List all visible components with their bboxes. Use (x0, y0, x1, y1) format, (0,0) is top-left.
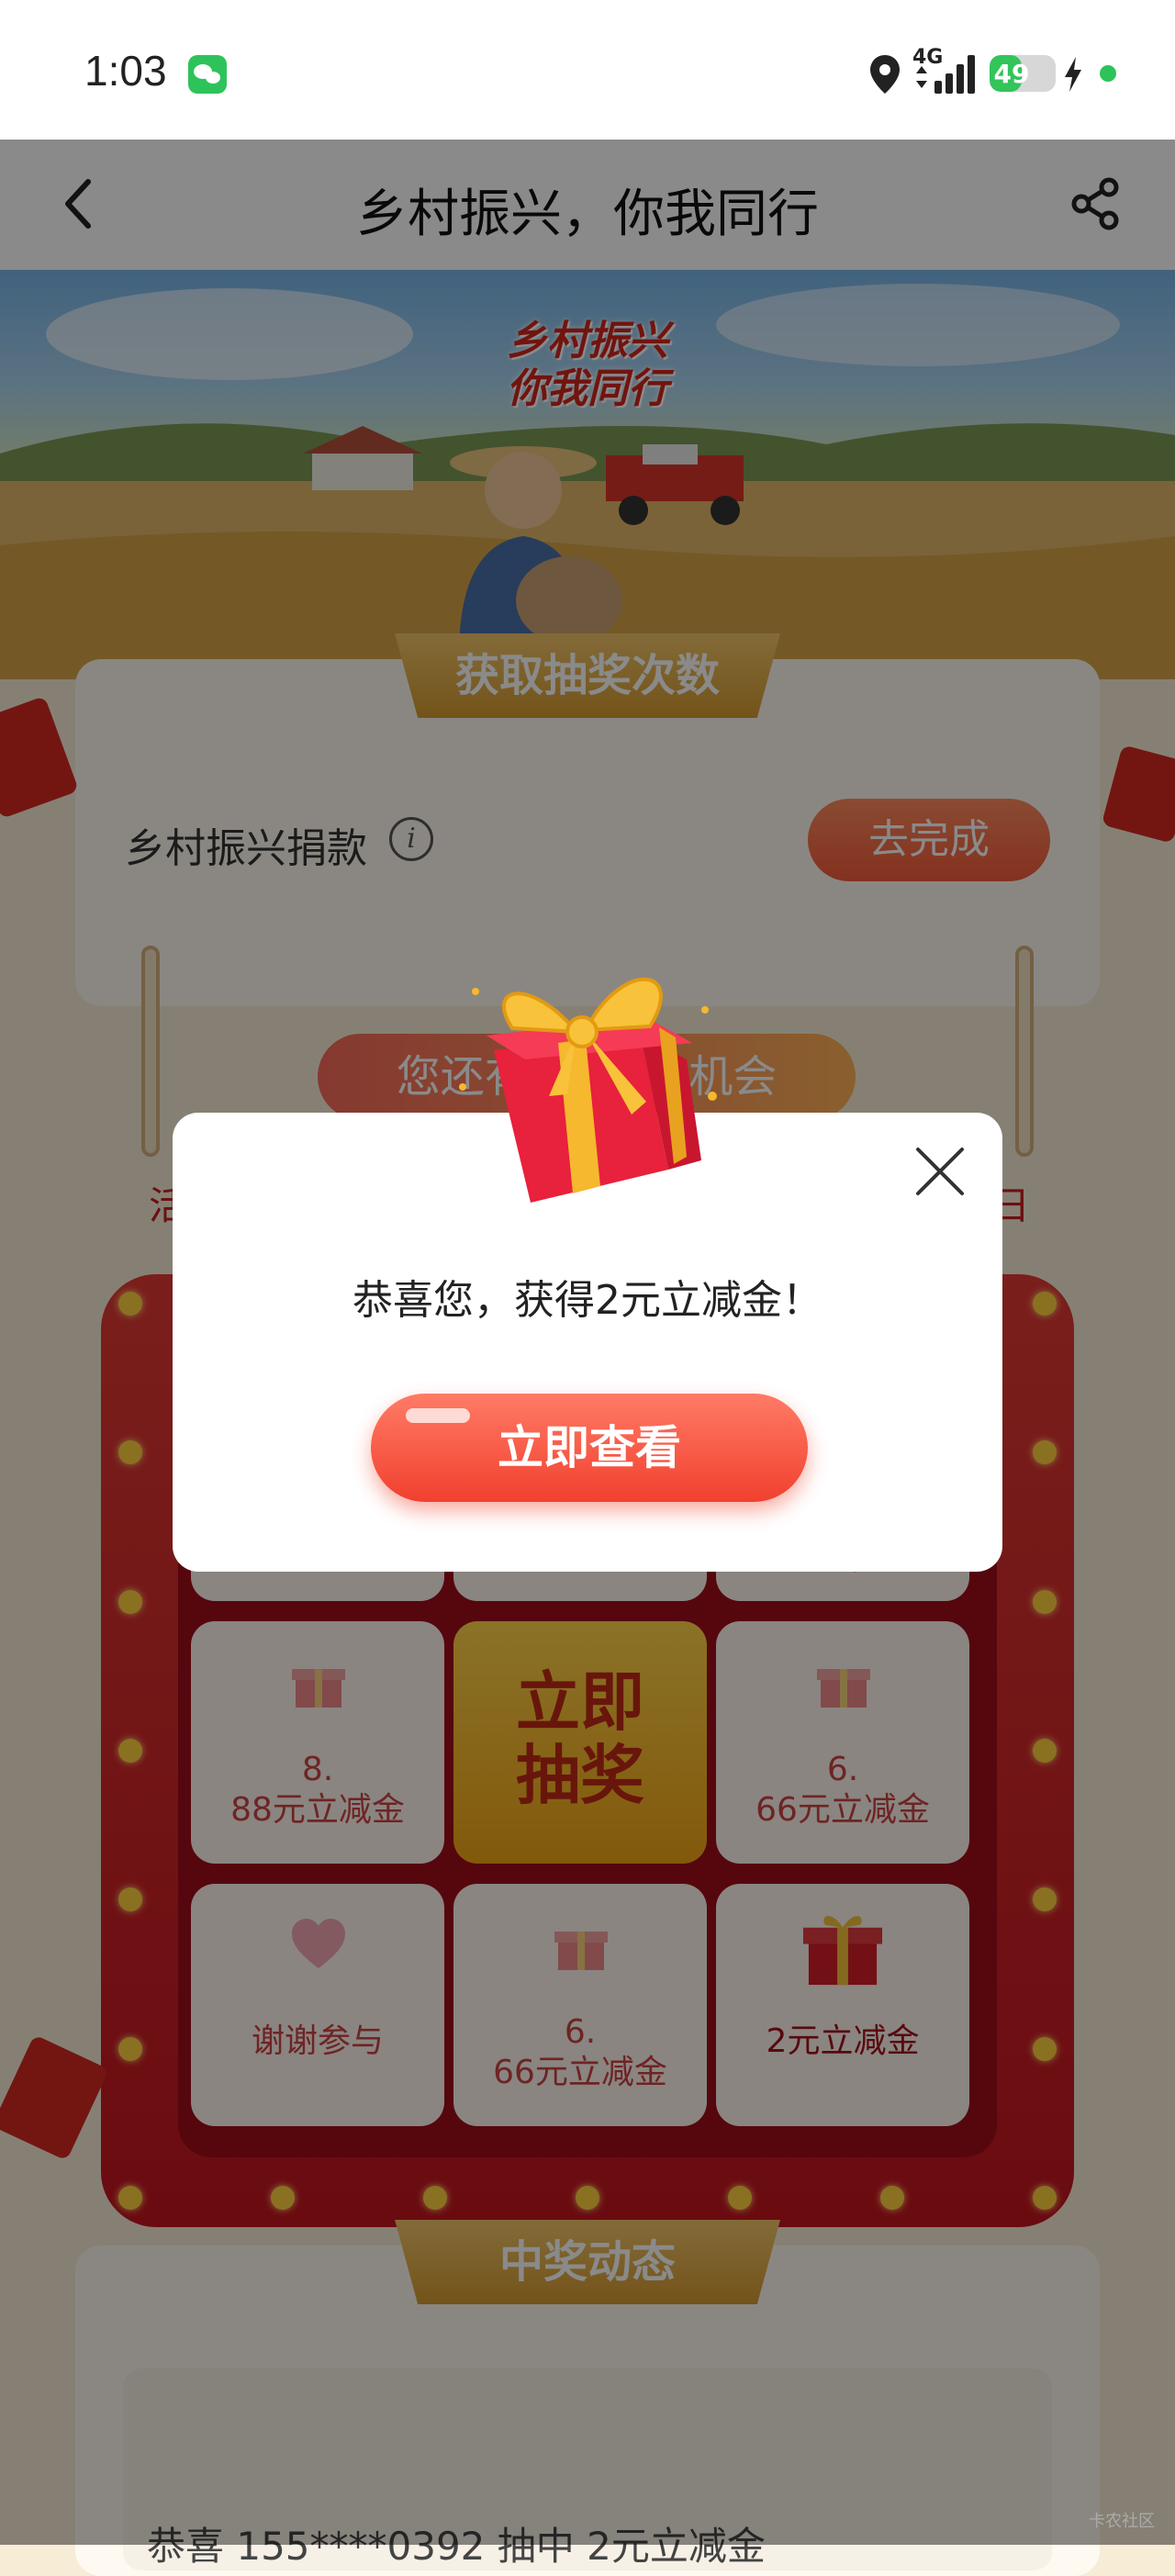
charging-icon (1065, 57, 1081, 92)
view-now-button[interactable]: 立即查看 (371, 1394, 808, 1502)
close-icon[interactable] (914, 1146, 966, 1197)
gift-box-icon (459, 977, 717, 1203)
battery-level: 49 (993, 59, 1030, 89)
view-now-label: 立即查看 (498, 1421, 681, 1474)
signal-icon (916, 55, 975, 94)
location-icon (870, 55, 900, 94)
battery-icon: 49 (990, 55, 1056, 92)
status-time: 1:03 (84, 47, 167, 95)
status-bar: 1:03 4G 49 (0, 0, 1175, 140)
dot-indicator (1100, 65, 1116, 82)
watermark: 卡农社区 (1089, 2512, 1155, 2531)
wechat-icon (188, 55, 227, 94)
dialog-message: 恭喜您，获得2元立减金！ (352, 1277, 822, 1324)
button-shine (406, 1408, 470, 1423)
